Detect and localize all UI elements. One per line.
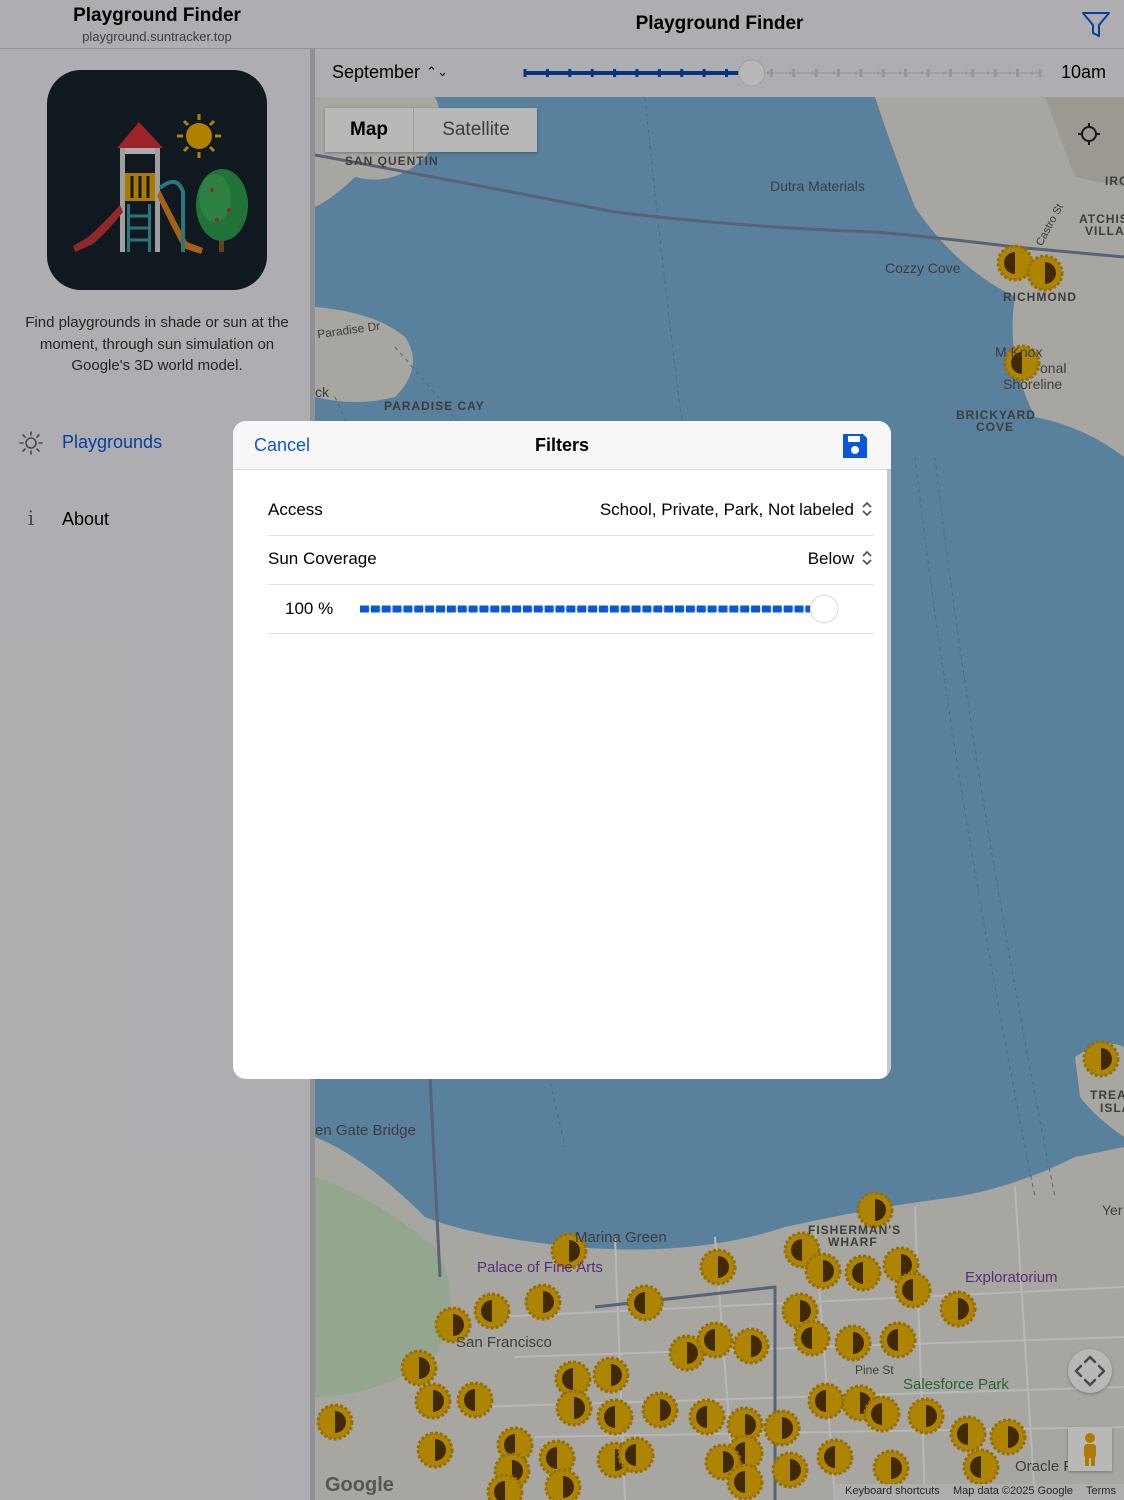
coverage-slider[interactable] <box>360 593 840 625</box>
chevron-updown-icon <box>862 501 872 517</box>
scrollbar[interactable] <box>887 469 891 1079</box>
filters-dialog: Cancel Filters Access School, Private, P… <box>233 421 891 1079</box>
coverage-slider-thumb[interactable] <box>809 594 839 624</box>
sun-coverage-picker-row[interactable]: Sun Coverage Below <box>268 536 874 585</box>
coverage-slider-row: 100 % <box>268 585 874 634</box>
access-picker-row[interactable]: Access School, Private, Park, Not labele… <box>268 487 874 536</box>
access-label: Access <box>268 500 323 519</box>
chevron-updown-icon <box>862 550 872 566</box>
sun-coverage-value: Below <box>807 549 854 568</box>
dialog-title: Filters <box>534 435 590 455</box>
save-icon <box>843 434 867 458</box>
dialog-header: Cancel Filters <box>233 421 891 470</box>
save-button[interactable] <box>840 431 870 461</box>
access-value: School, Private, Park, Not labeled <box>599 500 854 519</box>
sun-coverage-label: Sun Coverage <box>268 549 377 568</box>
coverage-percent: 100 % <box>285 599 334 618</box>
